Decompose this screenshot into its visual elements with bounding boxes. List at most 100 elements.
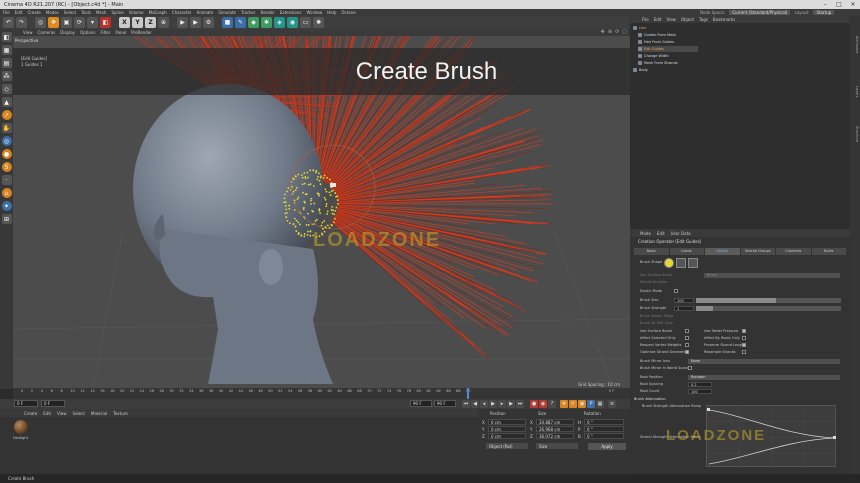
- menu-select[interactable]: Select: [64, 10, 76, 15]
- minimize-button[interactable]: –: [818, 1, 832, 8]
- om-menu-tags[interactable]: Tags: [699, 17, 708, 22]
- maximize-button[interactable]: □: [832, 1, 846, 8]
- root-spacing-field[interactable]: 0.2: [688, 382, 712, 387]
- menu-animate[interactable]: Animate: [197, 10, 214, 15]
- environment-icon[interactable]: ◉: [287, 17, 298, 28]
- start-frame-field[interactable]: 0 F: [14, 400, 38, 407]
- menu-tracker[interactable]: Tracker: [241, 10, 255, 15]
- preview-start-field[interactable]: 0 F: [41, 400, 65, 407]
- preview-end-field[interactable]: 90 F: [410, 400, 432, 407]
- zoom-icon[interactable]: ⊕: [608, 29, 612, 35]
- model-mode-icon[interactable]: ◧: [100, 17, 111, 28]
- reload-brushes-button[interactable]: Reload Brushes: [640, 280, 667, 284]
- next-key-icon[interactable]: ▶: [507, 400, 515, 408]
- vp-menu-prorender[interactable]: ProRender: [131, 30, 152, 35]
- coord-mode-select[interactable]: Object (Rel): [486, 443, 528, 449]
- key-position-icon[interactable]: ✥: [560, 400, 568, 408]
- key-scale-icon[interactable]: ▣: [578, 400, 586, 408]
- tab-layers[interactable]: Layers: [851, 86, 859, 98]
- size-y-field[interactable]: 26.968 cm: [536, 426, 574, 432]
- maximize-view-icon[interactable]: ▢: [622, 29, 627, 35]
- vp-menu-cameras[interactable]: Cameras: [38, 30, 56, 35]
- viewport[interactable]: View Cameras Display Options Filter Pane…: [13, 29, 630, 388]
- go-to-end-icon[interactable]: ⏭: [516, 400, 524, 408]
- key-rotation-icon[interactable]: ⟳: [569, 400, 577, 408]
- root-count-field[interactable]: 100: [688, 389, 712, 394]
- am-menu-user-data[interactable]: User Data: [671, 231, 691, 236]
- apply-button[interactable]: Apply: [588, 443, 626, 450]
- vp-menu-panel[interactable]: Panel: [115, 30, 126, 35]
- render-picture-icon[interactable]: ▶: [190, 17, 201, 28]
- vp-menu-view[interactable]: View: [23, 30, 33, 35]
- next-frame-icon[interactable]: ▸: [498, 400, 506, 408]
- light-icon[interactable]: ✺: [313, 17, 324, 28]
- menu-simulate[interactable]: Simulate: [218, 10, 236, 15]
- rot-b-field[interactable]: 0 °: [584, 433, 624, 439]
- brush-size-slider[interactable]: [696, 298, 841, 303]
- go-to-start-icon[interactable]: ⏮: [462, 400, 470, 408]
- live-select-icon[interactable]: ◎: [35, 17, 46, 28]
- brush-strength-field[interactable]: 1: [674, 306, 694, 311]
- scale-icon[interactable]: ▣: [61, 17, 72, 28]
- menu-spline[interactable]: Spline: [111, 10, 123, 15]
- menu-create[interactable]: Create: [27, 10, 40, 15]
- menu-edit[interactable]: Edit: [15, 10, 23, 15]
- om-menu-bookmarks[interactable]: Bookmarks: [713, 17, 735, 22]
- timeline-ruler[interactable]: 0 2 4 6 8 10 12 14 16 18 20 22 24 26 28 30 32 34 36 38 40 42 4…: [13, 388, 630, 399]
- camera-icon[interactable]: ▭: [300, 17, 311, 28]
- om-menu-view[interactable]: View: [666, 17, 676, 22]
- vp-menu-display[interactable]: Display: [60, 30, 75, 35]
- coordinate-system-icon[interactable]: ⊕: [158, 17, 169, 28]
- key-pla-icon[interactable]: ▦: [596, 400, 604, 408]
- rot-h-field[interactable]: 0 °: [584, 419, 624, 425]
- preserve-length-checkbox[interactable]: [742, 343, 746, 347]
- undo-icon[interactable]: ↶: [3, 17, 14, 28]
- texture-mode-icon[interactable]: ▦: [1, 45, 12, 55]
- om-menu-edit[interactable]: Edit: [654, 17, 662, 22]
- respect-vertex-weights-checkbox[interactable]: [685, 343, 689, 347]
- om-menu-file[interactable]: File: [642, 17, 649, 22]
- surface-brush-select[interactable]: Brush: [704, 273, 840, 278]
- deformer-icon[interactable]: ◈: [274, 17, 285, 28]
- pos-y-field[interactable]: 0 cm: [488, 426, 526, 432]
- timeline-menu-icon[interactable]: ≡: [608, 400, 616, 408]
- autokey-icon[interactable]: ◉: [539, 400, 547, 408]
- x-axis-button[interactable]: X: [119, 17, 130, 28]
- record-icon[interactable]: ●: [530, 400, 538, 408]
- tab-coord[interactable]: Coord.: [669, 248, 704, 255]
- mat-menu-select[interactable]: Select: [73, 411, 85, 416]
- root-position-select[interactable]: Random: [688, 375, 840, 380]
- points-mode-icon[interactable]: ⁂: [1, 71, 12, 81]
- brush-tool-icon[interactable]: ●: [1, 149, 12, 159]
- mat-menu-create[interactable]: Create: [24, 411, 37, 416]
- polygons-mode-icon[interactable]: ▲: [1, 97, 12, 107]
- hair-add-icon[interactable]: ⌂: [1, 188, 12, 198]
- tweak-mode-icon[interactable]: ✋: [1, 123, 12, 133]
- pen-icon[interactable]: ✎: [235, 17, 246, 28]
- lock-workplane-icon[interactable]: ⊞: [1, 214, 12, 224]
- prev-key-icon[interactable]: ◀: [471, 400, 479, 408]
- am-menu-edit[interactable]: Edit: [657, 231, 665, 236]
- orbit-icon[interactable]: ⟳: [615, 29, 619, 35]
- material-preview[interactable]: [14, 420, 28, 434]
- cloner-icon[interactable]: ✱: [261, 17, 272, 28]
- hair-select-icon[interactable]: ✦: [1, 201, 12, 211]
- circle-brush-icon[interactable]: [664, 258, 674, 268]
- object-row-selected[interactable]: Edit Guides: [638, 46, 698, 52]
- z-axis-button[interactable]: Z: [145, 17, 156, 28]
- menu-file[interactable]: File: [3, 10, 10, 15]
- redo-icon[interactable]: ↷: [16, 17, 27, 28]
- resample-strands-checkbox[interactable]: [742, 350, 746, 354]
- tab-object[interactable]: Object: [705, 248, 740, 255]
- move-icon[interactable]: ✥: [48, 17, 59, 28]
- y-axis-button[interactable]: Y: [132, 17, 143, 28]
- optimize-strand-checkbox[interactable]: [685, 350, 689, 354]
- menu-window[interactable]: Window: [306, 10, 322, 15]
- object-row[interactable]: Body: [633, 67, 693, 73]
- menu-mograph[interactable]: MoGraph: [149, 10, 167, 15]
- menu-extensions[interactable]: Extensions: [280, 10, 302, 15]
- menu-tools[interactable]: Tools: [81, 10, 91, 15]
- affect-roots-checkbox[interactable]: [742, 336, 746, 340]
- close-button[interactable]: ✕: [846, 1, 860, 8]
- render-settings-icon[interactable]: ⚙: [203, 17, 214, 28]
